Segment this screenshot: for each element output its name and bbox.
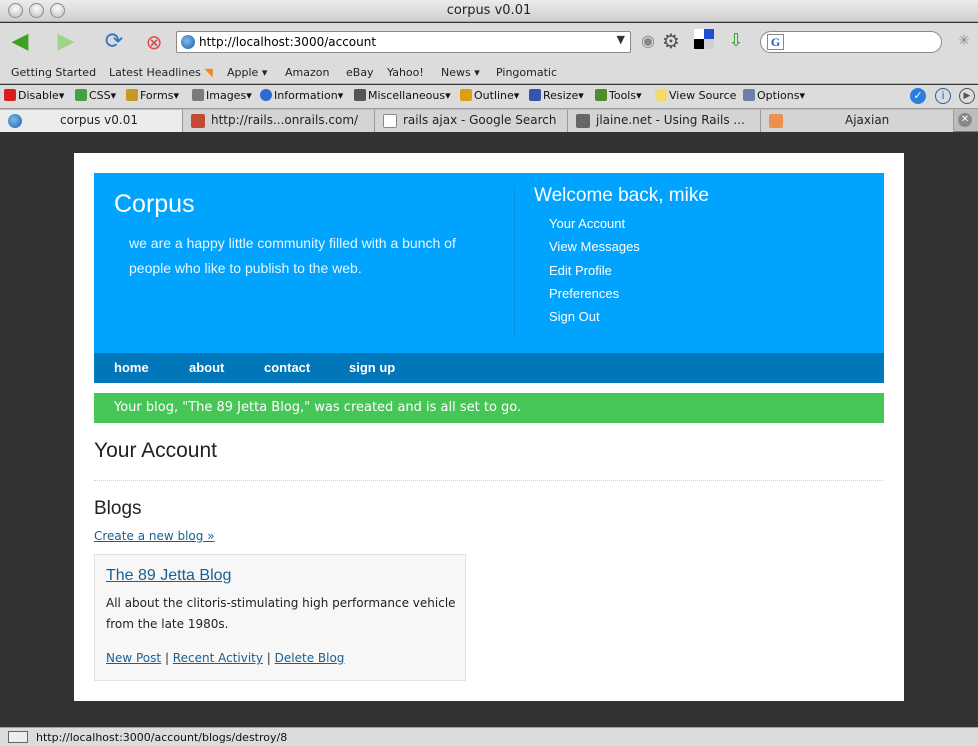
images-icon (192, 89, 204, 101)
bookmark-amazon[interactable]: Amazon (285, 66, 329, 79)
account-link-edit-profile[interactable]: Edit Profile (549, 262, 640, 285)
tab-jlaine[interactable]: jlaine.net - Using Rails ... (568, 110, 761, 132)
url-bar[interactable]: http://localhost:3000/account ▼ (176, 31, 631, 53)
chevron-down-icon[interactable]: ▼ (617, 33, 625, 46)
play-icon[interactable]: ▶ (959, 88, 975, 104)
main-nav: home about contact sign up (94, 353, 884, 383)
status-text: http://localhost:3000/account/blogs/dest… (36, 731, 288, 744)
dev-outline-menu[interactable]: Outline▾ (460, 89, 519, 102)
recent-activity-link[interactable]: Recent Activity (173, 651, 263, 665)
page-title: Your Account (94, 439, 217, 462)
flash-message: Your blog, "The 89 Jetta Blog," was crea… (94, 393, 884, 423)
toolbox-icon (595, 89, 607, 101)
misc-icon (354, 89, 366, 101)
site-header: Corpus we are a happy little community f… (94, 173, 884, 353)
bookmark-latest-headlines[interactable]: Latest Headlines ◥ (109, 66, 213, 79)
dev-disable-menu[interactable]: Disable▾ (4, 89, 64, 102)
document-icon (655, 89, 667, 101)
dev-images-menu[interactable]: Images▾ (192, 89, 252, 102)
delete-blog-link[interactable]: Delete Blog (275, 651, 345, 665)
info-icon (260, 89, 272, 101)
dev-options-menu[interactable]: Options▾ (743, 89, 805, 102)
separator: | (266, 651, 275, 665)
nav-home[interactable]: home (114, 360, 149, 375)
bookmark-ebay[interactable]: eBay (346, 66, 374, 79)
window-titlebar: corpus v0.01 (0, 0, 978, 22)
validate-check-icon[interactable]: ✓ (910, 88, 926, 104)
create-blog-link[interactable]: Create a new blog » (94, 529, 215, 543)
reload-icon[interactable]: ⟳ (100, 28, 128, 56)
nav-contact[interactable]: contact (264, 360, 310, 375)
status-icon (8, 731, 28, 743)
separator: | (164, 651, 173, 665)
blog-description: All about the clitoris-stimulating high … (106, 596, 456, 631)
blog-title-link[interactable]: The 89 Jetta Blog (106, 567, 231, 585)
account-link-view-messages[interactable]: View Messages (549, 238, 640, 261)
rails-favicon-icon (191, 114, 205, 128)
resize-icon (529, 89, 541, 101)
account-link-preferences[interactable]: Preferences (549, 285, 640, 308)
tab-ajaxian[interactable]: Ajaxian (761, 110, 954, 132)
bookmark-yahoo[interactable]: Yahoo! (387, 66, 424, 79)
google-favicon-icon (383, 114, 397, 128)
page-container: Corpus we are a happy little community f… (74, 153, 904, 701)
info-circle-icon[interactable]: i (935, 88, 951, 104)
welcome-message: Welcome back, mike (534, 185, 709, 206)
jlaine-favicon-icon (576, 114, 590, 128)
blog-actions: New Post | Recent Activity | Delete Blog (106, 651, 344, 665)
tab-rails-onrails[interactable]: http://rails...onrails.com/ (183, 110, 375, 132)
ajaxian-favicon-icon (769, 114, 783, 128)
bookmark-getting-started[interactable]: Getting Started (11, 66, 96, 79)
rss-icon: ◥ (204, 66, 213, 79)
options-icon (743, 89, 755, 101)
url-text[interactable]: http://localhost:3000/account (199, 35, 376, 49)
dev-miscellaneous-menu[interactable]: Miscellaneous▾ (354, 89, 451, 102)
pencil-icon (460, 89, 472, 101)
nav-sign-up[interactable]: sign up (349, 360, 395, 375)
new-post-link[interactable]: New Post (106, 651, 161, 665)
tab-corpus[interactable]: corpus v0.01 (0, 110, 183, 132)
divider (94, 480, 884, 481)
gear-icon[interactable]: ⚙ (657, 27, 685, 55)
css-icon (75, 89, 87, 101)
tab-google-search[interactable]: rails ajax - Google Search (375, 110, 568, 132)
header-divider (514, 187, 515, 337)
bookmark-pingomatic[interactable]: Pingomatic (496, 66, 557, 79)
status-bar: http://localhost:3000/account/blogs/dest… (0, 727, 978, 746)
back-icon[interactable]: ◀ (6, 28, 34, 56)
web-developer-toolbar: Disable▾ CSS▾ Forms▾ Images▾ Information… (0, 85, 978, 108)
bookmarks-bar: Getting Started Latest Headlines ◥ Apple… (0, 63, 978, 84)
browser-viewport: Corpus we are a happy little community f… (0, 133, 978, 727)
site-tagline: we are a happy little community filled w… (129, 235, 456, 276)
dev-forms-menu[interactable]: Forms▾ (126, 89, 179, 102)
search-input[interactable]: G (760, 31, 942, 53)
bookmark-news[interactable]: News ▾ (441, 66, 480, 79)
throbber-icon: ✳ (958, 33, 970, 49)
site-brand[interactable]: Corpus (114, 190, 195, 219)
blog-card: The 89 Jetta Blog All about the clitoris… (94, 554, 466, 681)
window-title: corpus v0.01 (446, 3, 532, 18)
bookmark-apple[interactable]: Apple ▾ (227, 66, 267, 79)
close-tab-icon[interactable]: ✕ (958, 113, 972, 127)
search-engine-icon[interactable]: G (767, 34, 784, 50)
download-icon[interactable]: ⇩ (722, 27, 750, 55)
dev-information-menu[interactable]: Information▾ (260, 89, 343, 102)
delicious-icon[interactable] (690, 29, 718, 57)
globe-icon (8, 114, 22, 128)
disable-icon (4, 89, 16, 101)
dev-css-menu[interactable]: CSS▾ (75, 89, 116, 102)
tab-bar: corpus v0.01 http://rails...onrails.com/… (0, 108, 978, 132)
account-menu: Your Account View Messages Edit Profile … (549, 215, 640, 331)
dev-view-source[interactable]: View Source (655, 89, 736, 102)
forward-icon[interactable]: ▶ (52, 28, 80, 56)
lock-icon (126, 89, 138, 101)
nav-about[interactable]: about (189, 360, 224, 375)
account-link-your-account[interactable]: Your Account (549, 215, 640, 238)
dev-resize-menu[interactable]: Resize▾ (529, 89, 584, 102)
globe-icon (181, 35, 195, 49)
stop-icon[interactable]: ⊗ (140, 28, 168, 56)
dev-tools-menu[interactable]: Tools▾ (595, 89, 642, 102)
blogs-heading: Blogs (94, 498, 142, 519)
account-link-sign-out[interactable]: Sign Out (549, 308, 640, 331)
